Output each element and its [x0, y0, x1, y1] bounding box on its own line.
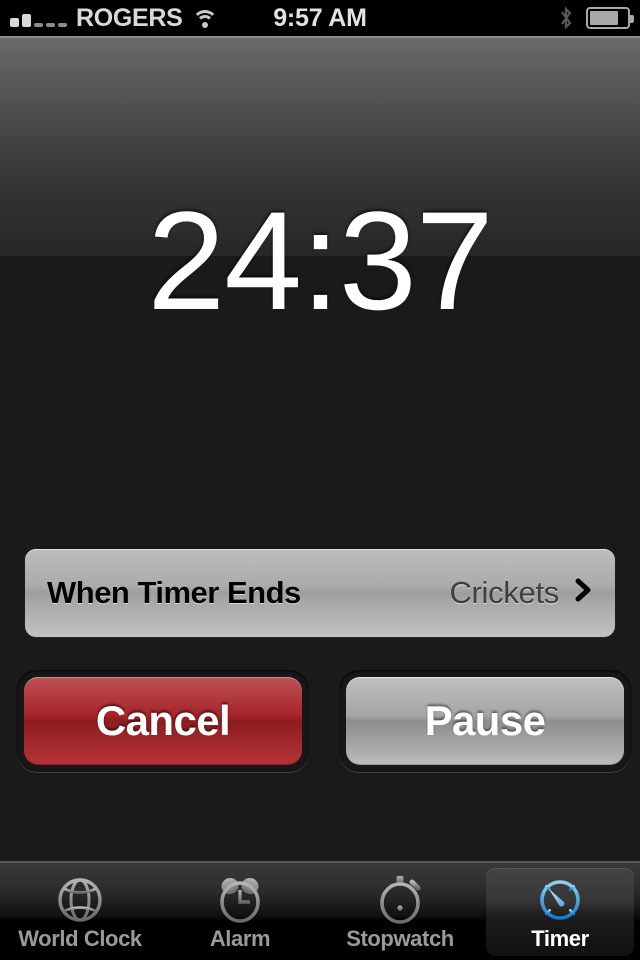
- battery-icon: [586, 7, 634, 29]
- tab-stopwatch-label: Stopwatch: [346, 926, 454, 951]
- chevron-right-icon: [573, 575, 593, 611]
- pause-button[interactable]: Pause: [339, 670, 631, 772]
- timer-sound-value: Crickets: [449, 575, 559, 610]
- tab-alarm[interactable]: Alarm: [160, 863, 320, 960]
- timer-content-area: 24:37 When Timer Ends Crickets Cancel Pa…: [0, 36, 640, 861]
- cancel-button[interactable]: Cancel: [17, 670, 309, 772]
- bluetooth-icon: [558, 6, 574, 30]
- cancel-button-label: Cancel: [24, 677, 302, 765]
- tab-alarm-label: Alarm: [209, 926, 271, 951]
- timer-icon: [532, 872, 588, 928]
- tab-bar: World Clock Alarm Stopwatch Timer: [0, 861, 640, 960]
- timer-action-buttons: Cancel Pause: [0, 670, 640, 775]
- pause-button-label: Pause: [346, 677, 624, 765]
- tab-timer-label: Timer: [531, 926, 589, 951]
- tab-world-clock-label: World Clock: [18, 926, 142, 951]
- timer-countdown-display: 24:37: [147, 182, 493, 339]
- status-bar-clock: 9:57 AM: [273, 3, 367, 32]
- phone-screen: ROGERS 9:57 AM 24:37 When Timer Ends Cri…: [0, 0, 640, 960]
- tab-timer[interactable]: Timer: [480, 863, 640, 960]
- when-timer-ends-value-group: Crickets: [449, 575, 593, 611]
- globe-icon: [52, 872, 108, 928]
- status-bar: ROGERS 9:57 AM: [0, 0, 640, 36]
- status-bar-right: [558, 0, 634, 36]
- tab-stopwatch[interactable]: Stopwatch: [320, 863, 480, 960]
- stopwatch-icon: [372, 872, 428, 928]
- when-timer-ends-label: When Timer Ends: [47, 575, 301, 610]
- alarm-clock-icon: [212, 872, 268, 928]
- when-timer-ends-row[interactable]: When Timer Ends Crickets: [25, 549, 615, 637]
- tab-world-clock[interactable]: World Clock: [0, 863, 160, 960]
